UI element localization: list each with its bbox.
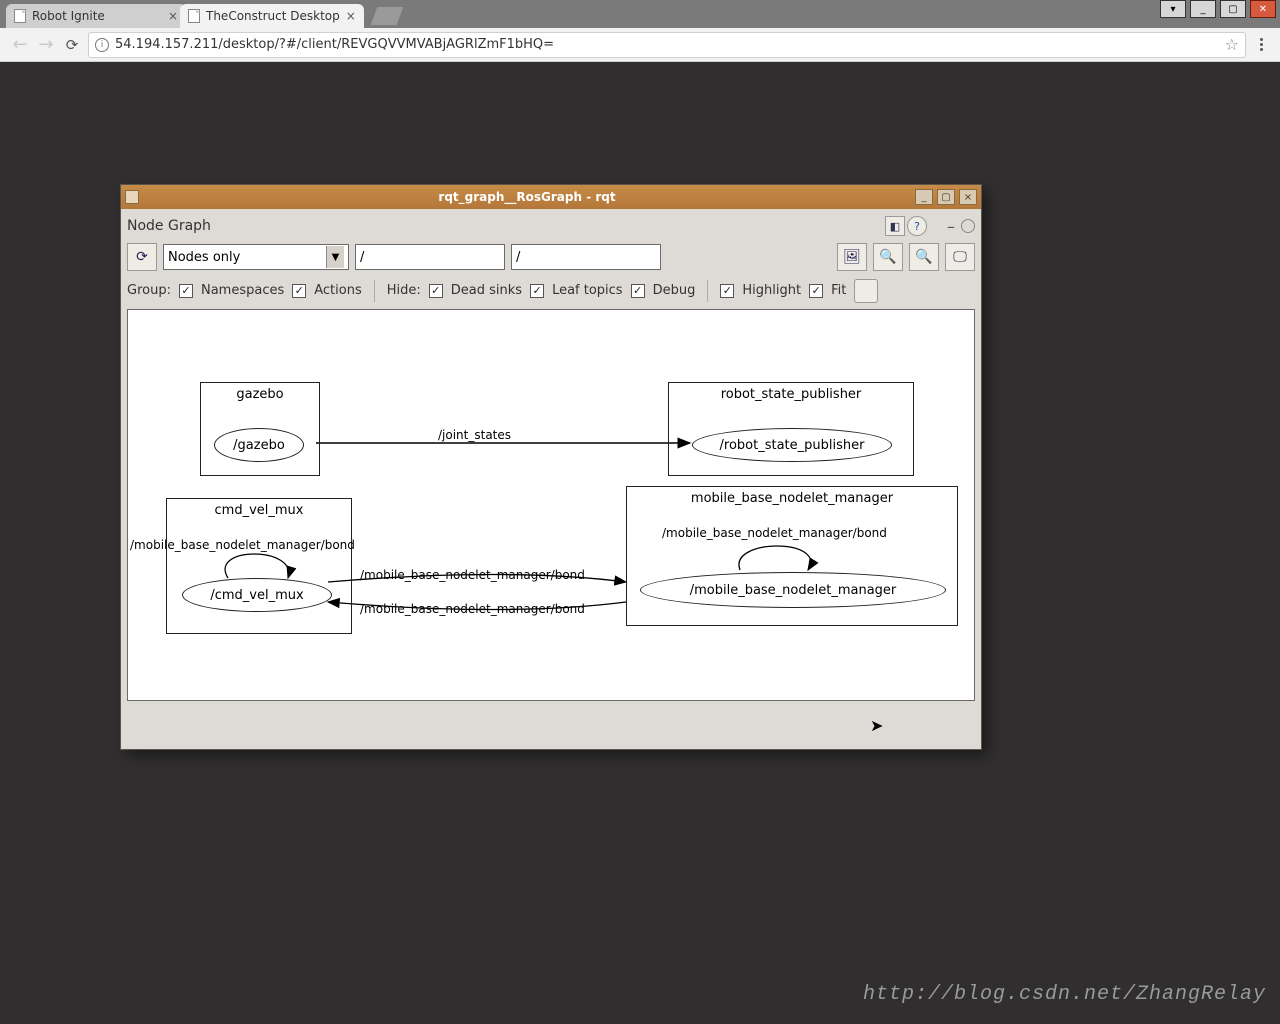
browser-toolbar: ← → ⟳ i 54.194.157.211/desktop/?#/client…	[0, 28, 1280, 62]
edge-label: /joint_states	[438, 428, 511, 442]
leaftopics-checkbox[interactable]	[530, 284, 544, 298]
os-minimize-button[interactable]: _	[1190, 0, 1216, 18]
browser-tab-inactive[interactable]: Robot Ignite ×	[6, 4, 186, 28]
page-icon	[14, 9, 26, 23]
highlight-checkbox[interactable]	[720, 284, 734, 298]
window-maximize-button[interactable]: ▢	[937, 189, 955, 205]
zoom-in-button[interactable]: 🔍	[873, 243, 903, 271]
node-mb[interactable]: /mobile_base_nodelet_manager	[640, 572, 946, 608]
filter-value: /	[360, 250, 364, 265]
leaftopics-label: Leaf topics	[552, 283, 623, 298]
forward-button[interactable]: →	[36, 35, 56, 55]
debug-checkbox[interactable]	[631, 284, 645, 298]
panel-close[interactable]	[961, 219, 975, 233]
node-cmd[interactable]: /cmd_vel_mux	[182, 578, 332, 612]
window-minimize-button[interactable]: _	[915, 189, 933, 205]
edge-label: /mobile_base_nodelet_manager/bond	[130, 538, 355, 552]
tab-close-icon[interactable]: ×	[346, 9, 356, 23]
site-info-icon[interactable]: i	[95, 38, 109, 52]
new-tab-button[interactable]	[371, 7, 404, 25]
topic-filter-input[interactable]: /	[355, 244, 505, 270]
tab-label: Robot Ignite	[32, 9, 105, 23]
window-close-button[interactable]: ×	[959, 189, 977, 205]
panel-minimize[interactable]: –	[947, 217, 955, 236]
box-title: cmd_vel_mux	[167, 499, 351, 520]
refresh-button[interactable]: ⟳	[127, 243, 157, 271]
window-title: rqt_graph__RosGraph - rqt	[143, 190, 911, 204]
box-title: mobile_base_nodelet_manager	[627, 487, 957, 508]
actions-label: Actions	[314, 283, 362, 298]
reload-button[interactable]: ⟳	[62, 35, 82, 55]
node-rsp[interactable]: /robot_state_publisher	[692, 428, 892, 462]
tab-label: TheConstruct Desktop	[206, 9, 340, 23]
help-icon[interactable]: ?	[907, 216, 927, 236]
os-window-controls: ▾ _ ▢ ✕	[1160, 0, 1276, 18]
rqt-titlebar[interactable]: rqt_graph__RosGraph - rqt _ ▢ ×	[121, 185, 981, 209]
debug-label: Debug	[653, 283, 696, 298]
node-filter-input[interactable]: /	[511, 244, 661, 270]
screenshot-button[interactable]: 🖵	[945, 243, 975, 271]
dock-icon[interactable]: ◧	[885, 216, 905, 236]
panel-title: Node Graph	[127, 218, 211, 234]
mouse-cursor: ➤	[870, 716, 883, 735]
graph-canvas[interactable]: gazebo /gazebo robot_state_publisher /ro…	[127, 309, 975, 701]
group-label: Group:	[127, 283, 171, 298]
node-mode-select[interactable]: Nodes only ▼	[163, 244, 349, 270]
filter-row: Group: Namespaces Actions Hide: Dead sin…	[127, 275, 975, 305]
fit-checkbox[interactable]	[809, 284, 823, 298]
back-button[interactable]: ←	[10, 35, 30, 55]
panel-header: Node Graph ◧ ? –	[127, 213, 975, 239]
deadsinks-checkbox[interactable]	[429, 284, 443, 298]
actions-checkbox[interactable]	[292, 284, 306, 298]
bookmark-star-icon[interactable]: ☆	[1225, 35, 1239, 54]
node-gazebo[interactable]: /gazebo	[214, 428, 304, 462]
save-image-button[interactable]: 🖼	[837, 243, 867, 271]
highlight-label: Highlight	[742, 283, 801, 298]
window-icon	[125, 190, 139, 204]
watermark-text: http://blog.csdn.net/ZhangRelay	[863, 983, 1266, 1006]
namespaces-checkbox[interactable]	[179, 284, 193, 298]
browser-tab-strip: Robot Ignite × TheConstruct Desktop ×	[0, 0, 1280, 28]
select-value: Nodes only	[168, 250, 240, 265]
rqt-toolbar: ⟳ Nodes only ▼ / / 🖼 🔍 🔍 🖵	[127, 239, 975, 275]
tab-close-icon[interactable]: ×	[168, 9, 178, 23]
browser-menu-button[interactable]	[1252, 38, 1270, 51]
page-icon	[188, 9, 200, 23]
os-close-button[interactable]: ✕	[1250, 0, 1276, 18]
namespace-box-cmd: cmd_vel_mux	[166, 498, 352, 634]
deadsinks-label: Dead sinks	[451, 283, 522, 298]
options-button[interactable]	[854, 279, 878, 303]
url-text: 54.194.157.211/desktop/?#/client/REVGQVV…	[115, 37, 554, 52]
filter-value: /	[516, 250, 520, 265]
edge-label: /mobile_base_nodelet_manager/bond	[360, 568, 585, 582]
box-title: robot_state_publisher	[669, 383, 913, 404]
edge-label: /mobile_base_nodelet_manager/bond	[360, 602, 585, 616]
os-dropdown-button[interactable]: ▾	[1160, 0, 1186, 18]
box-title: gazebo	[201, 383, 319, 404]
browser-tab-active[interactable]: TheConstruct Desktop ×	[180, 4, 364, 28]
hide-label: Hide:	[387, 283, 421, 298]
zoom-out-button[interactable]: 🔍	[909, 243, 939, 271]
os-maximize-button[interactable]: ▢	[1220, 0, 1246, 18]
chevron-down-icon: ▼	[326, 246, 344, 268]
fit-label: Fit	[831, 283, 846, 298]
rqt-window: rqt_graph__RosGraph - rqt _ ▢ × Node Gra…	[120, 184, 982, 750]
namespaces-label: Namespaces	[201, 283, 284, 298]
address-bar[interactable]: i 54.194.157.211/desktop/?#/client/REVGQ…	[88, 32, 1246, 58]
edge-label: /mobile_base_nodelet_manager/bond	[662, 526, 887, 540]
